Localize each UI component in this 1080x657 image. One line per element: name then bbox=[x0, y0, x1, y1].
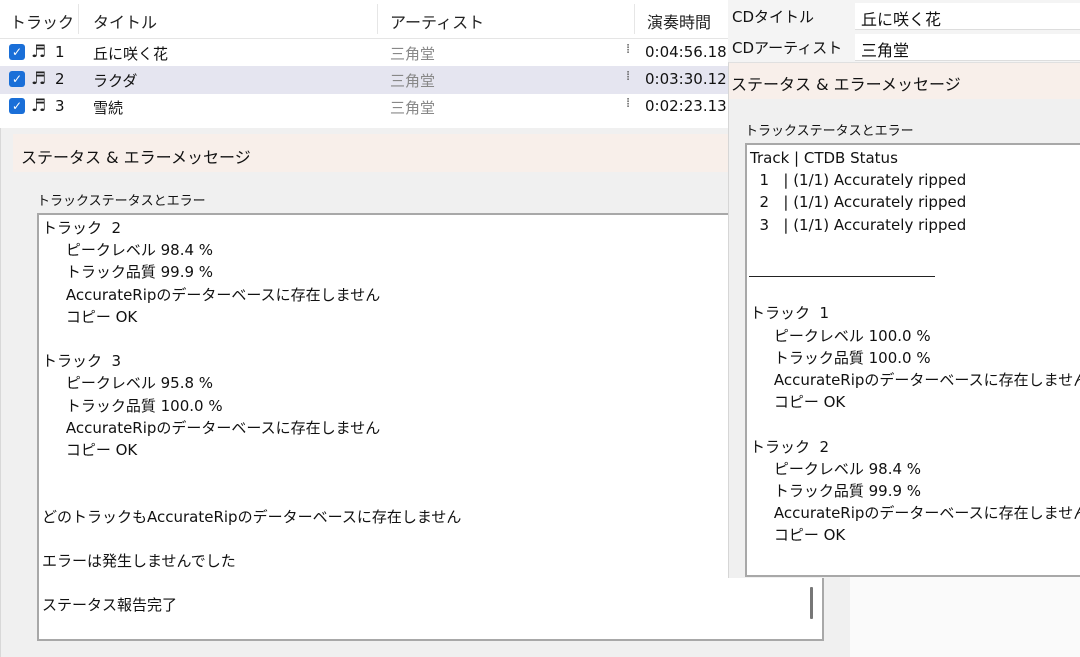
status-line: 2 | (1/1) Accurately ripped bbox=[750, 193, 967, 212]
column-divider[interactable] bbox=[377, 4, 378, 34]
status-line: AccurateRipのデーターベースに存在しません bbox=[750, 371, 1080, 389]
status-window-left: ステータス & エラーメッセージ トラックステータスとエラー トラック 2 ピー… bbox=[0, 128, 851, 657]
track-title[interactable]: ラクダ bbox=[93, 70, 137, 91]
track-number: 2 bbox=[55, 70, 65, 88]
status-line: ピークレベル 98.4 % bbox=[750, 459, 922, 478]
status-text-area[interactable]: Track | CTDB Status 1 | (1/1) Accurately… bbox=[745, 143, 1080, 577]
status-window-titlebar[interactable]: ステータス & エラーメッセージ bbox=[729, 63, 1080, 99]
status-line: トラック 1 bbox=[750, 304, 830, 323]
column-overflow-marker: ⁞ bbox=[626, 96, 631, 111]
column-header-artist[interactable]: アーティスト bbox=[390, 9, 484, 33]
music-note-icon: ♬ bbox=[31, 96, 47, 116]
track-duration: 0:04:56.18 bbox=[645, 43, 727, 61]
track-checkbox[interactable]: ✓ bbox=[9, 71, 25, 87]
status-line: コピー OK bbox=[750, 393, 846, 412]
status-line: ピークレベル 98.4 % bbox=[42, 241, 214, 260]
status-line: AccurateRipのデーターベースに存在しません bbox=[42, 418, 381, 437]
status-line: コピー OK bbox=[42, 307, 138, 326]
group-label: トラックステータスとエラー bbox=[37, 194, 206, 209]
track-checkbox[interactable]: ✓ bbox=[9, 98, 25, 114]
track-duration: 0:03:30.12 bbox=[645, 70, 727, 88]
status-line: トラック品質 100.0 % bbox=[42, 396, 223, 415]
track-row[interactable]: ✓ ♬ 1 丘に咲く花 三角堂 ⁞ 0:04:56.18 bbox=[0, 39, 735, 67]
column-header-title[interactable]: タイトル bbox=[93, 9, 157, 33]
screen: トラック タイトル アーティスト 演奏時間 ✓ ♬ 1 丘に咲く花 三角堂 ⁞ … bbox=[0, 0, 1080, 657]
cd-artist-label: CDアーティスト bbox=[732, 39, 843, 57]
status-line: トラック品質 100.0 % bbox=[750, 348, 931, 367]
cd-artist-value: 三角堂 bbox=[861, 41, 910, 60]
status-line: 3 | (1/1) Accurately ripped bbox=[750, 215, 967, 234]
track-number: 1 bbox=[55, 43, 65, 61]
cd-title-label: CDタイトル bbox=[732, 8, 815, 26]
track-artist[interactable]: 三角堂 bbox=[390, 97, 435, 118]
music-note-icon: ♬ bbox=[31, 42, 47, 62]
status-line: AccurateRipのデーターベースに存在しません bbox=[750, 504, 1080, 523]
column-header-duration[interactable]: 演奏時間 bbox=[647, 9, 711, 33]
scrollbar-thumb[interactable] bbox=[810, 587, 813, 619]
status-line: Track | CTDB Status bbox=[750, 149, 898, 167]
status-line: コピー OK bbox=[750, 526, 846, 545]
status-window-titlebar[interactable]: ステータス & エラーメッセージ bbox=[13, 134, 851, 172]
column-divider[interactable] bbox=[634, 4, 635, 34]
column-divider[interactable] bbox=[78, 4, 79, 34]
track-checkbox[interactable]: ✓ bbox=[9, 44, 25, 60]
music-note-icon: ♬ bbox=[31, 69, 47, 89]
status-line: AccurateRipのデーターベースに存在しません bbox=[42, 285, 381, 304]
cd-artist-field[interactable]: 三角堂 bbox=[855, 34, 1080, 61]
status-line: ステータス報告完了 bbox=[42, 596, 178, 615]
status-line: エラーは発生しませんでした bbox=[42, 552, 236, 570]
separator-line bbox=[749, 276, 935, 277]
status-line: トラック品質 99.9 % bbox=[42, 263, 214, 282]
status-line: ピークレベル 95.8 % bbox=[42, 374, 214, 393]
window-title: ステータス & エラーメッセージ bbox=[21, 148, 251, 167]
track-list-header: トラック タイトル アーティスト 演奏時間 bbox=[0, 0, 735, 39]
track-number: 3 bbox=[55, 97, 65, 115]
status-line: どのトラックもAccurateRipのデーターベースに存在しません bbox=[42, 507, 462, 526]
column-header-track[interactable]: トラック bbox=[10, 9, 74, 33]
track-duration: 0:02:23.13 bbox=[645, 97, 727, 115]
cd-title-field[interactable]: 丘に咲く花 bbox=[855, 3, 1080, 30]
group-label: トラックステータスとエラー bbox=[745, 124, 914, 139]
window-title: ステータス & エラーメッセージ bbox=[731, 75, 961, 94]
background-area bbox=[850, 577, 1080, 657]
status-text-area[interactable]: トラック 2 ピークレベル 98.4 % トラック品質 99.9 % Accur… bbox=[37, 213, 824, 641]
track-title[interactable]: 丘に咲く花 bbox=[93, 43, 168, 64]
column-overflow-marker: ⁞ bbox=[626, 42, 631, 57]
column-overflow-marker: ⁞ bbox=[626, 69, 631, 84]
status-line: トラック 2 bbox=[42, 219, 122, 237]
status-line: トラック 2 bbox=[750, 437, 830, 456]
track-row[interactable]: ✓ ♬ 3 雪続 三角堂 ⁞ 0:02:23.13 bbox=[0, 93, 735, 121]
track-artist[interactable]: 三角堂 bbox=[390, 70, 435, 91]
track-artist[interactable]: 三角堂 bbox=[390, 43, 435, 64]
track-row[interactable]: ✓ ♬ 2 ラクダ 三角堂 ⁞ 0:03:30.12 bbox=[0, 66, 735, 94]
status-line: トラック品質 99.9 % bbox=[750, 482, 922, 500]
status-line: ピークレベル 100.0 % bbox=[750, 326, 931, 345]
status-line: トラック 3 bbox=[42, 352, 122, 371]
status-line: 1 | (1/1) Accurately ripped bbox=[750, 171, 967, 190]
status-line: コピー OK bbox=[42, 441, 138, 459]
track-title[interactable]: 雪続 bbox=[93, 97, 123, 118]
track-list: トラック タイトル アーティスト 演奏時間 ✓ ♬ 1 丘に咲く花 三角堂 ⁞ … bbox=[0, 0, 735, 128]
cd-title-value: 丘に咲く花 bbox=[861, 10, 942, 29]
status-window-right: ステータス & エラーメッセージ トラックステータスとエラー Track | C… bbox=[728, 62, 1080, 578]
